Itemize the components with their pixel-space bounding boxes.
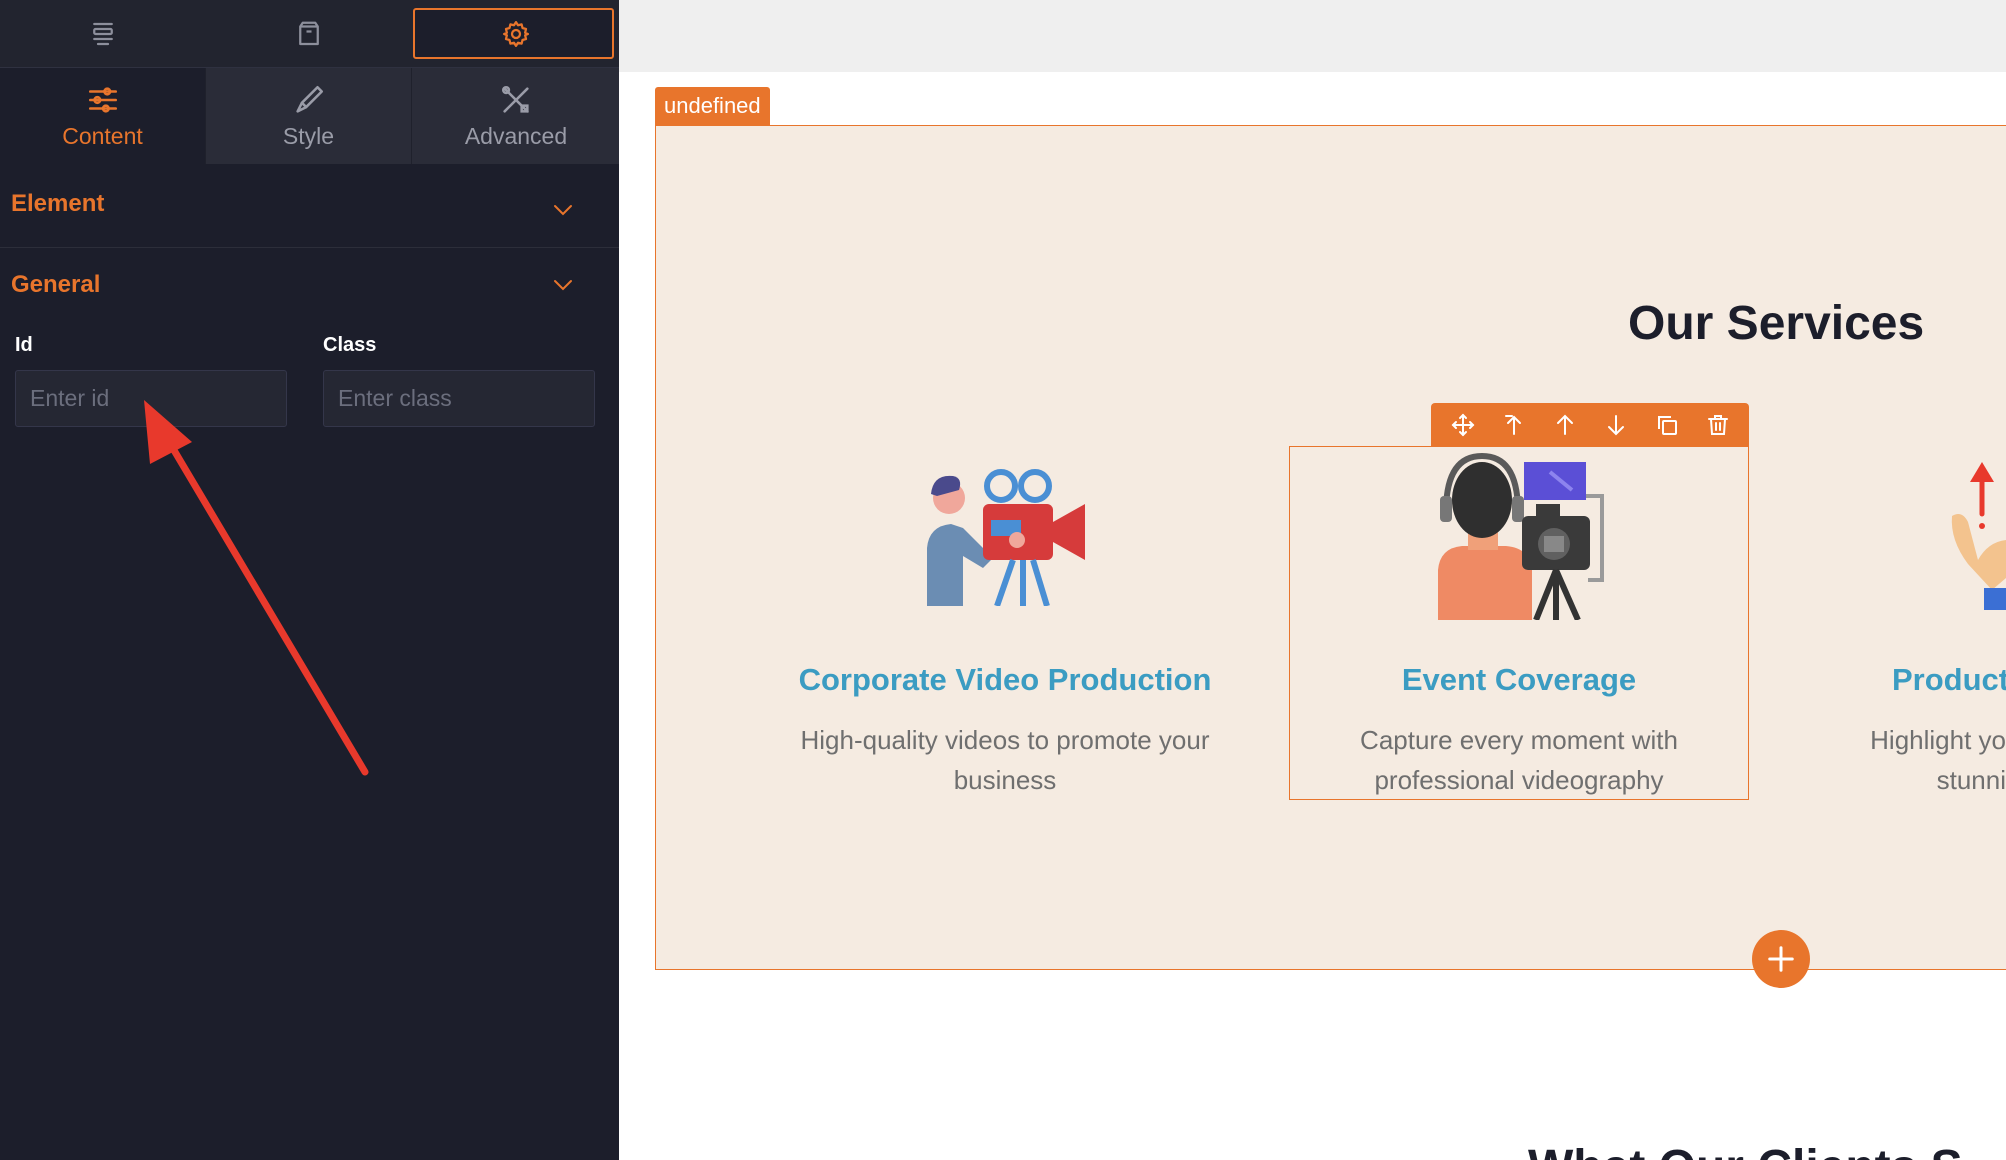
tab-blocks[interactable] [206,0,412,68]
card-title: Product [1892,662,2006,697]
move-button[interactable] [1450,412,1476,438]
service-card-event[interactable]: Event Coverage Capture every moment with… [1289,0,1749,1160]
id-input[interactable] [15,370,287,427]
box-icon [299,21,319,46]
delete-button[interactable] [1705,412,1731,438]
tab-layers[interactable] [0,0,206,68]
brush-icon [295,85,323,113]
add-section-button[interactable] [1752,930,1810,988]
card-description: Capture every moment with professional v… [1360,725,1678,795]
chevron-down-icon [554,205,572,216]
element-toolbar [1431,403,1749,447]
duplicate-icon [1657,416,1677,435]
tab-settings[interactable] [413,0,619,68]
move-icon [1451,413,1474,437]
chevron-down-icon [554,280,572,291]
plus-icon [1768,946,1794,972]
section-general-header[interactable]: General [0,249,619,329]
selected-section-label[interactable]: undefined [655,87,770,125]
sidebar-sub-tabs: Content Style Advanced [0,68,619,164]
section-general-title: General [11,271,101,298]
class-field-label: Class [323,334,377,356]
class-input[interactable] [323,370,595,427]
move-up-button[interactable] [1552,412,1578,438]
id-field-label: Id [15,334,33,356]
sliders-icon [88,86,117,113]
trash-icon [1707,415,1728,435]
tab-advanced[interactable]: Advanced [413,68,619,164]
tools-icon [501,85,529,113]
service-card-product: Product Highlight yo stunni [1852,0,2006,1160]
gear-icon [503,21,529,47]
settings-sidebar: Content Style Advanced Element General I… [0,0,619,1160]
card-title: Event Coverage [1401,662,1637,697]
page-builder-app: Content Style Advanced Element General I… [0,0,2006,1160]
duplicate-button[interactable] [1654,412,1680,438]
card-description: Highlight yo stunni [1870,725,2006,795]
card-description: High-quality videos to promote your busi… [800,725,1210,795]
tab-style[interactable]: Style [206,68,412,164]
move-down-button[interactable] [1603,412,1629,438]
select-parent-button[interactable] [1501,412,1527,438]
layers-icon [93,22,113,46]
section-element-header[interactable]: Element [0,168,619,248]
arrow-up-icon [1556,414,1573,435]
move-up-level-icon [1504,415,1521,435]
tab-advanced-label: Advanced [464,122,568,149]
sidebar-top-tabs [0,0,619,68]
testimonials-heading: What Our Clients S [1528,1140,1963,1160]
tab-content[interactable]: Content [0,68,206,164]
service-card-corporate: Corporate Video Production High-quality … [775,0,1235,1160]
arrow-down-icon [1607,415,1624,436]
annotation-arrow [144,400,369,776]
card-title: Corporate Video Production [798,662,1212,697]
tab-content-label: Content [62,122,143,149]
tab-style-label: Style [282,122,335,149]
section-element-title: Element [11,190,105,217]
